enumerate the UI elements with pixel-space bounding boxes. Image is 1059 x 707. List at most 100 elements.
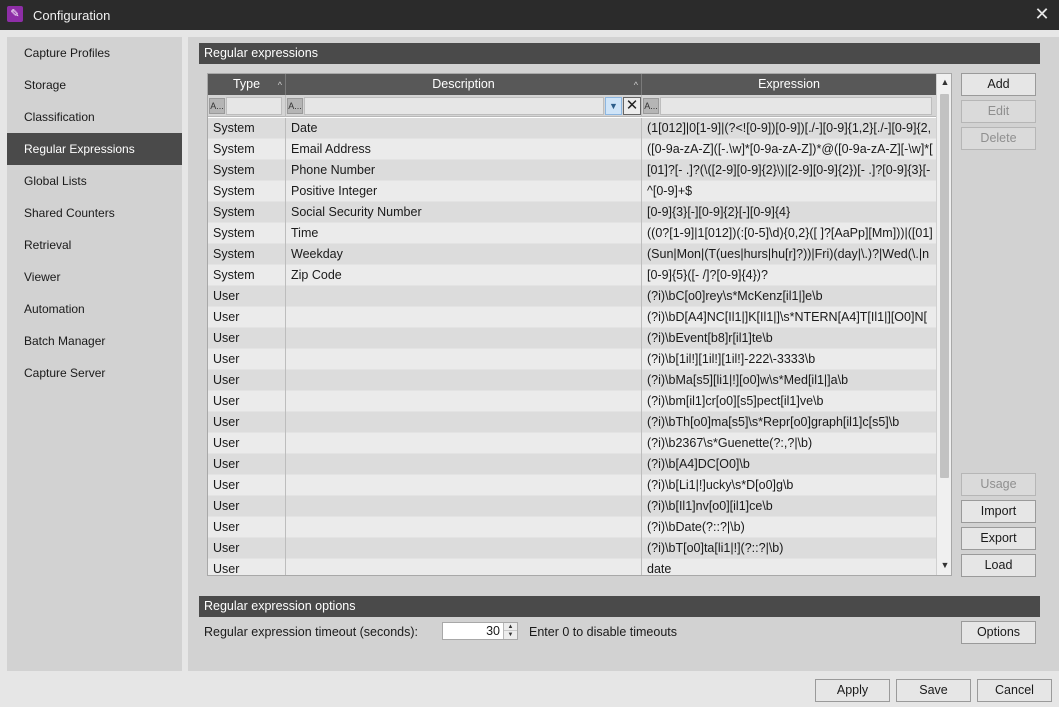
cell-description: Social Security Number (286, 202, 642, 223)
add-button[interactable]: Add (961, 73, 1036, 96)
table-row[interactable]: User (?i)\bDate(?::?|\b) (208, 517, 936, 538)
sidebar-item[interactable]: Classification (7, 101, 182, 133)
import-button[interactable]: Import (961, 500, 1036, 523)
table-row[interactable]: System Social Security Number [0-9]{3}[-][… (208, 202, 936, 223)
table-row[interactable]: User (?i)\bMa[s5][li1|!][o0]w\s*Med[il1|]… (208, 370, 936, 391)
filter-row: A... A... ▼ ✕ A... (208, 95, 936, 117)
cell-type: System (208, 118, 286, 139)
table-row[interactable]: System Weekday (Sun|Mon|(T(ues|hurs|hu[r]?… (208, 244, 936, 265)
cell-expression: ^[0-9]+$ (647, 184, 693, 198)
cell-type: User (208, 454, 286, 475)
sidebar-item[interactable]: Regular Expressions (7, 133, 182, 165)
cell-expression: (?i)\b[1il!][1il!][1il!]-222\-3333\b (647, 352, 816, 366)
clear-filter-icon[interactable]: ✕ (623, 97, 641, 115)
table-row[interactable]: User (?i)\bD[A4]NC[Il1|]K[Il1|]\s*NTERN[A… (208, 307, 936, 328)
table-row[interactable]: User (?i)\b[Il1]nv[o0][il1]ce\b (208, 496, 936, 517)
cell-type: User (208, 517, 286, 538)
scroll-down-icon[interactable]: ▼ (937, 557, 951, 573)
filter-operator-icon[interactable]: A... (287, 98, 303, 114)
table-row[interactable]: User (?i)\bEvent[b8]r[il1]te\b (208, 328, 936, 349)
table-row[interactable]: User (?i)\bm[il1]cr[o0][s5]pect[il1]ve\b (208, 391, 936, 412)
cell-description (286, 412, 642, 433)
sidebar-item[interactable]: Retrieval (7, 229, 182, 261)
sidebar-item[interactable]: Capture Profiles (7, 37, 182, 69)
table-row[interactable]: User date (208, 559, 936, 576)
cell-expression: (?i)\b[Li1|!]ucky\s*D[o0]g\b (647, 478, 794, 492)
vertical-scrollbar[interactable]: ▲ ▼ (936, 74, 951, 575)
export-button[interactable]: Export (961, 527, 1036, 550)
timeout-value[interactable]: 30 (486, 623, 500, 639)
cell-description (286, 370, 642, 391)
chevron-down-icon[interactable]: ▼ (605, 97, 622, 115)
filter-operator-icon[interactable]: A... (209, 98, 225, 114)
sidebar-item[interactable]: Viewer (7, 261, 182, 293)
delete-button[interactable]: Delete (961, 127, 1036, 150)
sidebar-item[interactable]: Automation (7, 293, 182, 325)
filter-input-type[interactable] (226, 97, 282, 115)
stepper-buttons: ▲ ▼ (503, 623, 517, 639)
cell-description (286, 349, 642, 370)
filter-cell-type: A... (208, 95, 286, 117)
sidebar-item[interactable]: Storage (7, 69, 182, 101)
table-row[interactable]: System Phone Number [01]?[- .]?(\([2-9][0-… (208, 160, 936, 181)
cell-type: User (208, 538, 286, 559)
table-row[interactable]: System Date (1[012]|0[1-9]|(?<![0-9])[0-9]… (208, 118, 936, 139)
cell-description (286, 433, 642, 454)
sidebar-item[interactable]: Capture Server (7, 357, 182, 389)
filter-cell-expression: A... (642, 95, 936, 117)
table-row[interactable]: System Time ((0?[1-9]|1[012])(:[0-5]\d){0,… (208, 223, 936, 244)
column-header-type[interactable]: Type ^ (208, 74, 286, 95)
table-row[interactable]: System Email Address ([0-9a-zA-Z]([-.\w]*[… (208, 139, 936, 160)
options-button[interactable]: Options (961, 621, 1036, 644)
cell-expression: ([0-9a-zA-Z]([-.\w]*[0-9a-zA-Z])*@([0-9a… (647, 142, 933, 156)
usage-button[interactable]: Usage (961, 473, 1036, 496)
cell-expression: (?i)\bm[il1]cr[o0][s5]pect[il1]ve\b (647, 394, 824, 408)
load-button[interactable]: Load (961, 554, 1036, 577)
filter-cell-description: A... ▼ ✕ (286, 95, 642, 117)
filter-input-description[interactable] (304, 97, 604, 115)
cell-description: Weekday (286, 244, 642, 265)
cell-expression: (Sun|Mon|(T(ues|hurs|hu[r]?))|Fri)(day|\… (647, 247, 930, 261)
cell-description (286, 307, 642, 328)
column-header-expression-label: Expression (758, 77, 820, 91)
timeout-label: Regular expression timeout (seconds): (204, 625, 418, 639)
cell-type: User (208, 349, 286, 370)
save-button[interactable]: Save (896, 679, 971, 702)
cell-type: User (208, 370, 286, 391)
table-row[interactable]: User (?i)\bTh[o0]ma[s5]\s*Repr[o0]graph[i… (208, 412, 936, 433)
table-row[interactable]: User (?i)\bC[o0]rey\s*McKenz[il1|]e\b (208, 286, 936, 307)
cell-expression: ((0?[1-9]|1[012])(:[0-5]\d){0,2}([ ]?[Aa… (647, 226, 933, 240)
filter-operator-icon[interactable]: A... (643, 98, 659, 114)
cell-description: Positive Integer (286, 181, 642, 202)
column-header-expression[interactable]: Expression (642, 74, 936, 95)
sidebar-item[interactable]: Global Lists (7, 165, 182, 197)
edit-button[interactable]: Edit (961, 100, 1036, 123)
scroll-up-icon[interactable]: ▲ (937, 74, 951, 90)
table-row[interactable]: System Zip Code [0-9]{5}([- /]?[0-9]{4})? (208, 265, 936, 286)
cell-description: Phone Number (286, 160, 642, 181)
table-row[interactable]: User (?i)\b[A4]DC[O0]\b (208, 454, 936, 475)
apply-button[interactable]: Apply (815, 679, 890, 702)
title-bar: ✎ Configuration ✕ (0, 0, 1059, 30)
stepper-down-icon[interactable]: ▼ (504, 631, 517, 639)
table-row[interactable]: User (?i)\b[Li1|!]ucky\s*D[o0]g\b (208, 475, 936, 496)
column-header-description[interactable]: Description ^ (286, 74, 642, 95)
table-row[interactable]: System Positive Integer ^[0-9]+$ (208, 181, 936, 202)
cell-type: User (208, 286, 286, 307)
regex-section-header: Regular expressions (199, 43, 1040, 64)
table-row[interactable]: User (?i)\bT[o0]ta[li1|!](?::?|\b) (208, 538, 936, 559)
table-row[interactable]: User (?i)\b2367\s*Guenette(?:,?|\b) (208, 433, 936, 454)
cell-expression: date (647, 562, 672, 576)
stepper-up-icon[interactable]: ▲ (504, 623, 517, 631)
sidebar-item[interactable]: Batch Manager (7, 325, 182, 357)
cell-description (286, 517, 642, 538)
sidebar-item[interactable]: Shared Counters (7, 197, 182, 229)
close-icon[interactable]: ✕ (1031, 3, 1053, 25)
sidebar: Capture Profiles Storage Classification Reg… (7, 37, 182, 671)
scrollbar-thumb[interactable] (940, 94, 949, 478)
timeout-stepper[interactable]: 30 ▲ ▼ (442, 622, 518, 640)
cancel-button[interactable]: Cancel (977, 679, 1052, 702)
table-row[interactable]: User (?i)\b[1il!][1il!][1il!]-222\-3333\b (208, 349, 936, 370)
cell-type: System (208, 160, 286, 181)
filter-input-expression[interactable] (660, 97, 932, 115)
